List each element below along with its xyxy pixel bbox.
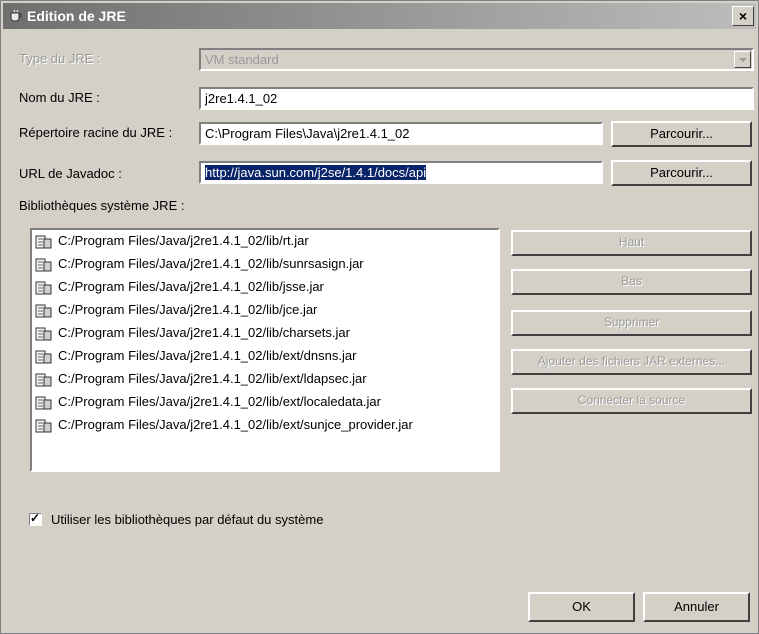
window-title: Edition de JRE <box>27 8 126 24</box>
javadoc-label: URL de Javadoc : <box>19 166 122 181</box>
coffee-cup-icon <box>10 9 22 22</box>
attach-source-button[interactable]: Connecter la source <box>511 388 752 414</box>
jre-home-value: C:\Program Files\Java\j2re1.4.1_02 <box>205 126 410 141</box>
remove-button[interactable]: Supprimer <box>511 310 752 336</box>
jar-file-icon <box>35 350 52 364</box>
list-item-label: C:/Program Files/Java/j2re1.4.1_02/lib/j… <box>58 279 324 294</box>
browse-jre-home-button[interactable]: Parcourir... <box>611 121 752 147</box>
javadoc-input[interactable]: http://java.sun.com/j2se/1.4.1/docs/api <box>199 161 603 184</box>
list-item-label: C:/Program Files/Java/j2re1.4.1_02/lib/r… <box>58 233 309 248</box>
jar-file-icon <box>35 373 52 387</box>
list-item-label: C:/Program Files/Java/j2re1.4.1_02/lib/s… <box>58 256 364 271</box>
list-item-label: C:/Program Files/Java/j2re1.4.1_02/lib/e… <box>58 417 413 432</box>
jar-file-icon <box>35 396 52 410</box>
chevron-down-icon[interactable] <box>734 51 751 68</box>
cancel-button[interactable]: Annuler <box>643 592 750 622</box>
list-item[interactable]: C:/Program Files/Java/j2re1.4.1_02/lib/s… <box>32 253 498 276</box>
list-item[interactable]: C:/Program Files/Java/j2re1.4.1_02/lib/c… <box>32 322 498 345</box>
jar-file-icon <box>35 419 52 433</box>
libraries-label: Bibliothèques système JRE : <box>19 198 185 213</box>
close-icon: × <box>738 8 748 24</box>
jre-home-input[interactable]: C:\Program Files\Java\j2re1.4.1_02 <box>199 122 603 145</box>
jar-file-icon <box>35 258 52 272</box>
jre-type-value: VM standard <box>205 52 279 67</box>
javadoc-value: http://java.sun.com/j2se/1.4.1/docs/api <box>205 165 427 180</box>
title-bar: Edition de JRE × <box>3 3 756 29</box>
jar-file-icon <box>35 327 52 341</box>
jar-file-icon <box>35 235 52 249</box>
libraries-list[interactable]: C:/Program Files/Java/j2re1.4.1_02/lib/r… <box>30 228 500 472</box>
list-item[interactable]: C:/Program Files/Java/j2re1.4.1_02/lib/e… <box>32 414 498 437</box>
jar-file-icon <box>35 281 52 295</box>
jre-type-select[interactable]: VM standard <box>199 48 754 71</box>
list-item-label: C:/Program Files/Java/j2re1.4.1_02/lib/c… <box>58 325 350 340</box>
move-up-button[interactable]: Haut <box>511 230 752 256</box>
use-default-libraries-label: Utiliser les bibliothèques par défaut du… <box>51 512 324 527</box>
list-item[interactable]: C:/Program Files/Java/j2re1.4.1_02/lib/e… <box>32 391 498 414</box>
move-down-button[interactable]: Bas <box>511 269 752 295</box>
list-item[interactable]: C:/Program Files/Java/j2re1.4.1_02/lib/e… <box>32 368 498 391</box>
jre-name-label: Nom du JRE : <box>19 90 100 105</box>
jre-home-label: Répertoire racine du JRE : <box>19 125 173 140</box>
list-item-label: C:/Program Files/Java/j2re1.4.1_02/lib/j… <box>58 302 318 317</box>
jar-file-icon <box>35 304 52 318</box>
add-external-jars-button[interactable]: Ajouter des fichiers JAR externes... <box>511 349 752 375</box>
list-item[interactable]: C:/Program Files/Java/j2re1.4.1_02/lib/j… <box>32 276 498 299</box>
jre-type-label: Type du JRE : <box>19 51 101 66</box>
list-item[interactable]: C:/Program Files/Java/j2re1.4.1_02/lib/e… <box>32 345 498 368</box>
ok-button[interactable]: OK <box>528 592 635 622</box>
use-default-libraries-checkbox[interactable] <box>29 511 42 526</box>
jre-edit-dialog: Edition de JRE × Type du JRE : VM standa… <box>0 0 759 634</box>
jre-name-value: j2re1.4.1_02 <box>205 91 278 106</box>
list-item-label: C:/Program Files/Java/j2re1.4.1_02/lib/e… <box>58 371 367 386</box>
list-item[interactable]: C:/Program Files/Java/j2re1.4.1_02/lib/j… <box>32 299 498 322</box>
list-item-label: C:/Program Files/Java/j2re1.4.1_02/lib/e… <box>58 348 357 363</box>
list-item[interactable]: C:/Program Files/Java/j2re1.4.1_02/lib/r… <box>32 230 498 253</box>
browse-javadoc-button[interactable]: Parcourir... <box>611 160 752 186</box>
jre-name-input[interactable]: j2re1.4.1_02 <box>199 87 754 110</box>
close-button[interactable]: × <box>732 6 754 26</box>
list-item-label: C:/Program Files/Java/j2re1.4.1_02/lib/e… <box>58 394 381 409</box>
